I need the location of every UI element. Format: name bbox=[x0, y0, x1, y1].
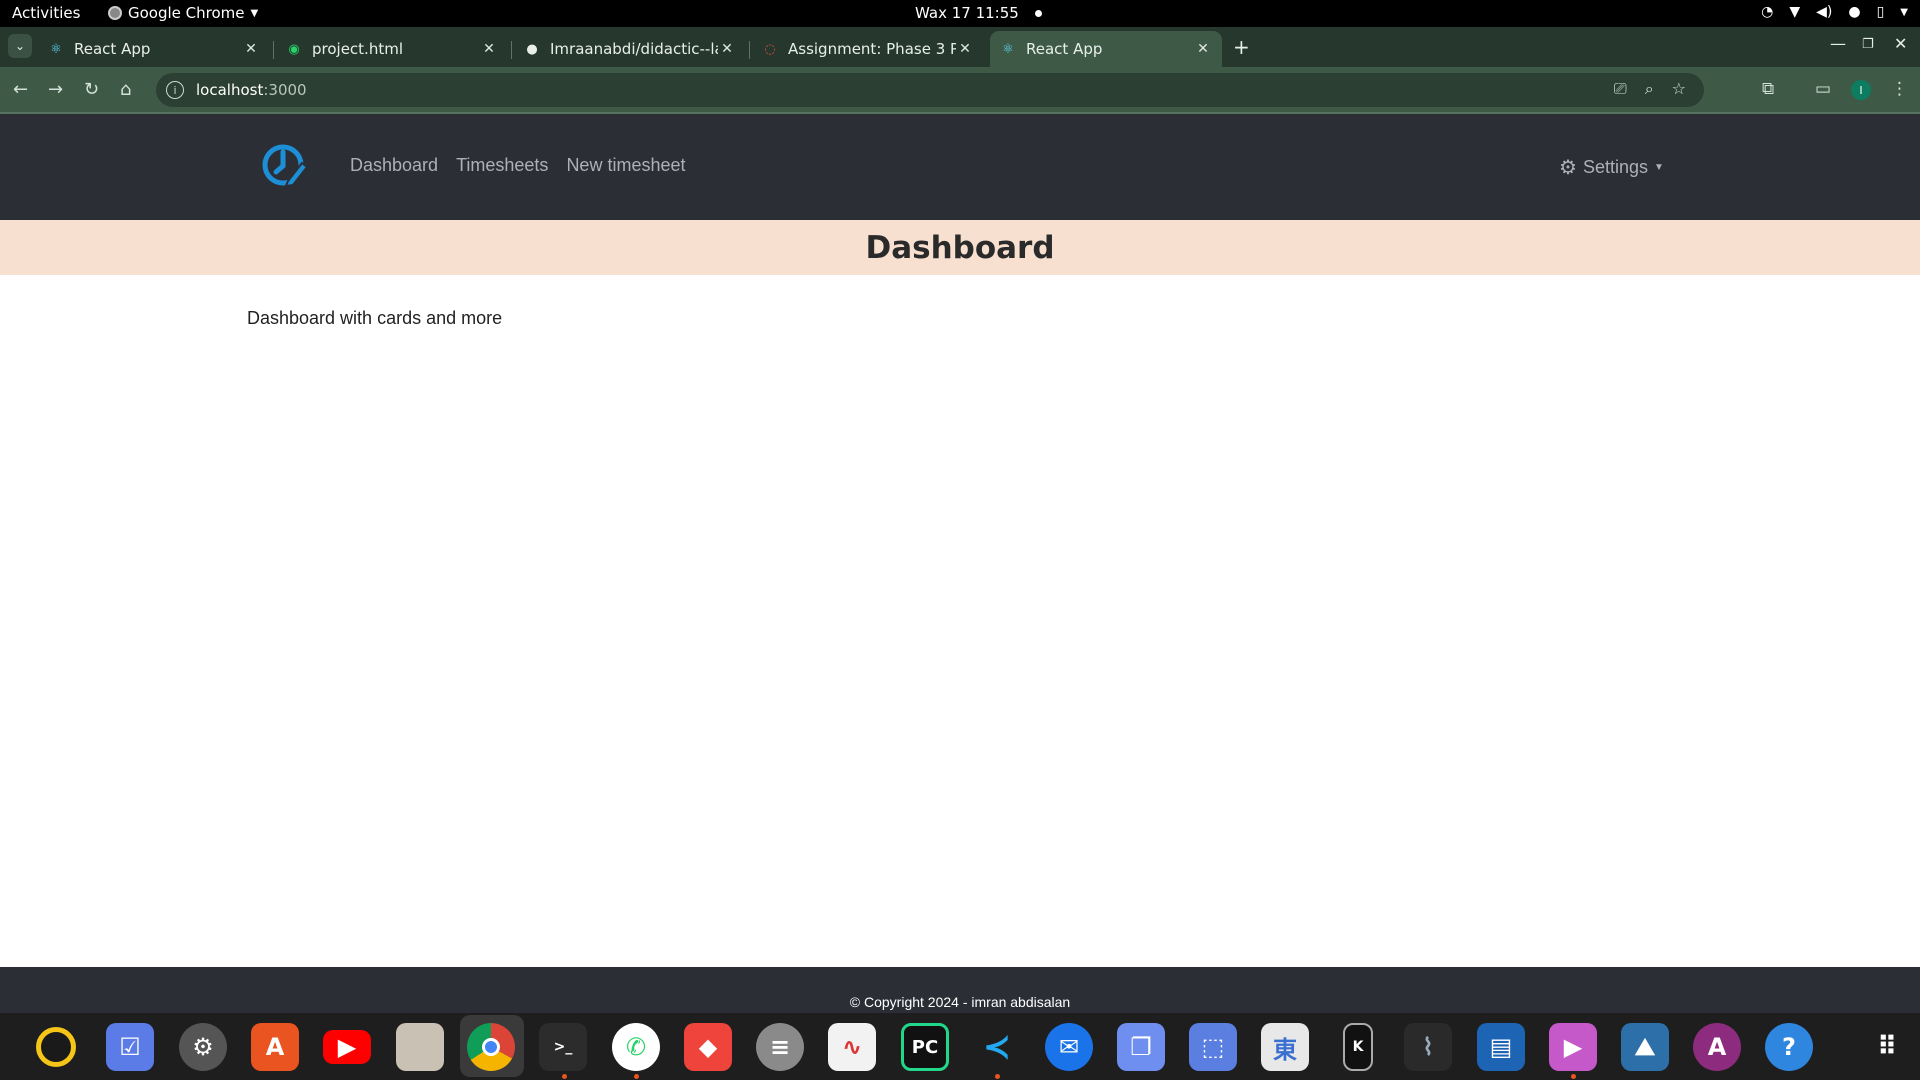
database-icon[interactable]: ≡ bbox=[756, 1023, 804, 1071]
kindle-icon[interactable]: K bbox=[1343, 1023, 1373, 1071]
tab-project-html[interactable]: ◉ project.html ✕ bbox=[276, 31, 508, 67]
system-monitor-icon[interactable]: ⌇ bbox=[1404, 1023, 1452, 1071]
close-icon[interactable]: ✕ bbox=[242, 41, 260, 57]
nav-link-new-timesheet[interactable]: New timesheet bbox=[566, 155, 685, 176]
system-tray[interactable]: ◔ ▼ ◀) ● ▯ ▼ bbox=[1761, 4, 1908, 20]
pycharm-icon[interactable]: PC bbox=[901, 1023, 949, 1071]
close-icon[interactable]: ✕ bbox=[480, 41, 498, 57]
remote-desktop-icon[interactable]: ❐ bbox=[1117, 1023, 1165, 1071]
tab-label: Assignment: Phase 3 Pro bbox=[788, 40, 956, 58]
app-center-icon[interactable]: A bbox=[251, 1023, 299, 1071]
url-port: :3000 bbox=[263, 81, 307, 99]
youtube-icon[interactable]: ▶ bbox=[323, 1030, 371, 1064]
back-icon[interactable]: ← bbox=[13, 79, 28, 100]
github-icon: ● bbox=[526, 41, 538, 57]
install-app-icon[interactable]: ⎚ bbox=[1614, 79, 1627, 99]
cast-icon[interactable]: ▭ bbox=[1815, 79, 1831, 99]
app-menu-label: Google Chrome bbox=[128, 4, 245, 22]
forward-icon[interactable]: → bbox=[48, 79, 63, 100]
app-footer: © Copyright 2024 - imran abdisalan bbox=[0, 967, 1920, 1013]
chevron-down-icon: ▼ bbox=[250, 7, 259, 19]
tab-search-button[interactable]: ⌄ bbox=[8, 34, 32, 58]
react-icon: ⚛ bbox=[50, 41, 62, 57]
microphone-icon: ● bbox=[1848, 4, 1861, 20]
battery-icon: ▯ bbox=[1876, 4, 1885, 20]
extensions-icon[interactable]: ⧉ bbox=[1762, 79, 1774, 99]
tab-label: React App bbox=[74, 40, 151, 58]
app-menu[interactable]: Google Chrome ▼ bbox=[108, 4, 258, 22]
rhythmbox-icon[interactable] bbox=[36, 1027, 76, 1067]
video-player-icon[interactable]: ▶ bbox=[1549, 1023, 1597, 1071]
tab-label: Imraanabdi/didactic--lam bbox=[550, 40, 718, 58]
footer-copyright: © Copyright 2024 - imran abdisalan bbox=[849, 994, 1071, 1010]
show-apps-icon[interactable]: ⠿ bbox=[1863, 1023, 1911, 1071]
reload-icon[interactable]: ↻ bbox=[84, 79, 99, 100]
screenshot-icon[interactable]: ⬚ bbox=[1189, 1023, 1237, 1071]
url-host: localhost bbox=[196, 81, 264, 99]
tab-label: project.html bbox=[312, 40, 403, 58]
chrome-app-icon bbox=[108, 6, 122, 20]
volume-icon: ◀) bbox=[1816, 4, 1833, 20]
timesheet-logo-icon[interactable] bbox=[260, 141, 308, 189]
writer-icon[interactable]: ▤ bbox=[1477, 1023, 1525, 1071]
dictionary-icon[interactable]: 東 bbox=[1261, 1023, 1309, 1071]
dock: ☑ ⚙ A ▶ >_ ✆ ◆ ≡ ∿ PC ≺ ✉ ❐ ⬚ 東 K ⌇ ▤ ▶ … bbox=[0, 1013, 1920, 1080]
profile-avatar[interactable]: I bbox=[1851, 80, 1871, 100]
restore-icon[interactable]: ❐ bbox=[1862, 37, 1874, 52]
app-navbar: Dashboard Timesheets New timesheet ⚙ Set… bbox=[0, 114, 1920, 220]
system-top-bar: Activities Google Chrome ▼ Wax 17 11:55 … bbox=[0, 0, 1920, 27]
tab-label: React App bbox=[1026, 40, 1103, 58]
zoom-icon[interactable]: ⌕ bbox=[1645, 79, 1654, 99]
wifi-icon: ▼ bbox=[1789, 4, 1801, 20]
arduino-icon[interactable]: A bbox=[1693, 1023, 1741, 1071]
close-icon[interactable]: ✕ bbox=[1194, 41, 1212, 57]
tab-react-app-active[interactable]: ⚛ React App ✕ bbox=[990, 31, 1222, 67]
datetime: Wax 17 11:55 bbox=[915, 4, 1019, 22]
menu-kebab-icon[interactable]: ⋮ bbox=[1891, 79, 1908, 99]
chevron-down-icon: ▼ bbox=[1900, 6, 1908, 18]
tab-assignment[interactable]: ◌ Assignment: Phase 3 Pro ✕ bbox=[752, 31, 984, 67]
terminal-icon[interactable]: >_ bbox=[539, 1023, 587, 1071]
close-icon[interactable]: ✕ bbox=[956, 41, 974, 57]
home-icon[interactable]: ⌂ bbox=[120, 79, 131, 100]
bookmark-star-icon[interactable]: ☆ bbox=[1672, 79, 1686, 99]
activities-button[interactable]: Activities bbox=[12, 4, 80, 22]
settings-dropdown[interactable]: ⚙ Settings ▼ bbox=[1559, 155, 1664, 180]
anydesk-icon[interactable]: ◆ bbox=[684, 1023, 732, 1071]
tab-github-repo[interactable]: ● Imraanabdi/didactic--lam ✕ bbox=[514, 31, 746, 67]
system-monitor-graph-icon[interactable]: ∿ bbox=[828, 1023, 876, 1071]
nav-link-timesheets[interactable]: Timesheets bbox=[456, 155, 548, 176]
chevron-down-icon: ▼ bbox=[1653, 162, 1664, 173]
tasks-icon[interactable]: ☑ bbox=[106, 1023, 154, 1071]
minimize-icon[interactable]: — bbox=[1830, 34, 1846, 53]
address-bar[interactable]: i localhost:3000 ⎚ ⌕ ☆ bbox=[156, 73, 1704, 107]
notification-dot-icon bbox=[1034, 9, 1042, 17]
settings-label: Settings bbox=[1582, 157, 1648, 177]
site-info-icon[interactable]: i bbox=[166, 81, 184, 99]
page-header: Dashboard bbox=[0, 220, 1920, 275]
thunderbird-icon[interactable]: ✉ bbox=[1045, 1023, 1093, 1071]
whatsapp-icon[interactable]: ✆ bbox=[612, 1023, 660, 1071]
new-tab-button[interactable]: + bbox=[1233, 35, 1250, 59]
dashboard-content-text: Dashboard with cards and more bbox=[247, 308, 503, 328]
react-icon: ⚛ bbox=[1002, 41, 1014, 57]
page-title: Dashboard bbox=[865, 229, 1055, 266]
settings-app-icon[interactable]: ⚙ bbox=[179, 1023, 227, 1071]
help-icon[interactable]: ? bbox=[1765, 1023, 1813, 1071]
assignment-icon: ◌ bbox=[764, 41, 776, 57]
gear-icon: ⚙ bbox=[1559, 157, 1577, 179]
tab-strip: ⌄ ⚛ React App ✕ ◉ project.html ✕ ● Imraa… bbox=[0, 27, 1920, 67]
nav-link-dashboard[interactable]: Dashboard bbox=[350, 155, 438, 176]
status-icon: ◔ bbox=[1761, 4, 1774, 20]
files-icon[interactable] bbox=[396, 1023, 444, 1071]
close-icon[interactable]: ✕ bbox=[718, 41, 736, 57]
image-viewer-icon[interactable]: ⛰ bbox=[1621, 1023, 1669, 1071]
clock[interactable]: Wax 17 11:55 bbox=[915, 4, 1042, 22]
chrome-icon[interactable] bbox=[467, 1023, 515, 1071]
vscode-icon[interactable]: ≺ bbox=[973, 1023, 1021, 1071]
browser-toolbar: ← → ↻ ⌂ i localhost:3000 ⎚ ⌕ ☆ ⧉ ▭ ⋮ bbox=[0, 67, 1920, 113]
close-window-icon[interactable]: ✕ bbox=[1894, 34, 1907, 53]
tab-react-app-1[interactable]: ⚛ React App ✕ bbox=[38, 31, 270, 67]
whatsapp-icon: ◉ bbox=[288, 41, 300, 57]
